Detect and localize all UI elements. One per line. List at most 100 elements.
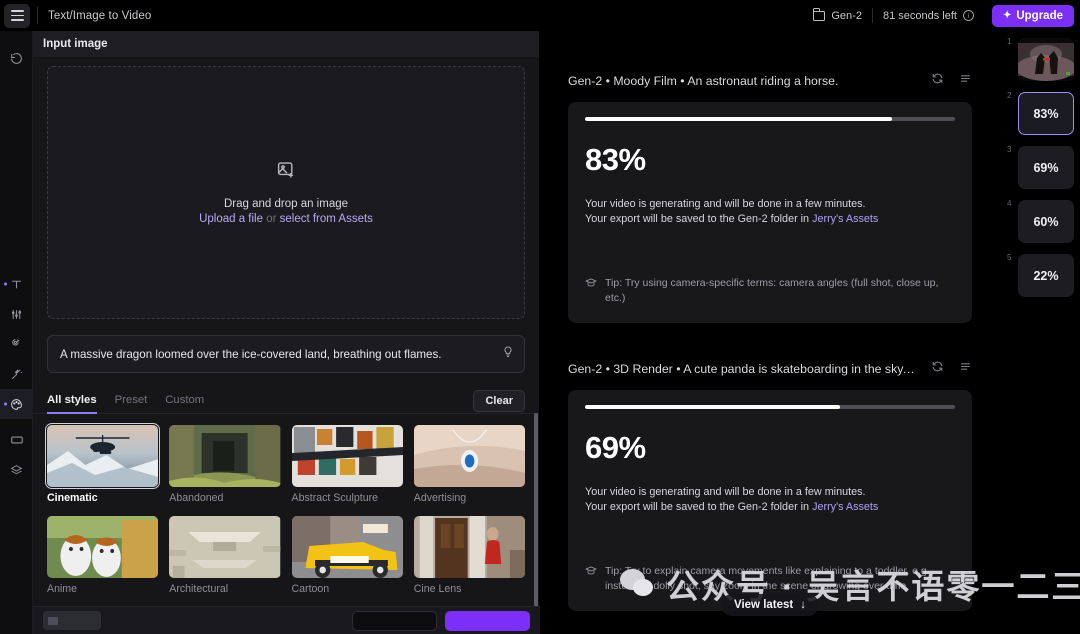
list-menu-icon[interactable]	[959, 72, 972, 90]
layers-icon[interactable]	[0, 455, 33, 485]
image-add-icon	[276, 160, 297, 186]
divider	[37, 7, 38, 24]
style-thumbnail	[413, 516, 525, 578]
style-label: Abstract Sculpture	[291, 492, 379, 504]
queue-progress-card[interactable]: 22%	[1018, 254, 1074, 297]
credits-label: 81 seconds left	[882, 9, 957, 22]
tool-rail	[0, 31, 33, 634]
reset-icon[interactable]	[0, 43, 33, 73]
queue-number: 3	[1007, 145, 1012, 154]
job-message: Your video is generating and will be don…	[585, 197, 955, 228]
folder-chip[interactable]: Gen-2	[803, 8, 872, 22]
job-actions	[931, 72, 972, 90]
job-actions	[931, 360, 972, 378]
style-thumbnail	[291, 425, 403, 487]
queue-number: 2	[1007, 91, 1012, 100]
generation-job: Gen-2 • Moody Film • An astronaut riding…	[540, 31, 1000, 323]
generation-job: Gen-2 • 3D Render • A cute panda is skat…	[540, 323, 1000, 611]
queue-item: 5 22%	[1007, 253, 1074, 297]
queue-item: 1	[1007, 37, 1074, 81]
sparkle-icon: ✦	[1002, 10, 1012, 21]
style-label: Anime	[47, 583, 78, 595]
style-card-cinematic[interactable]: Cinematic	[44, 423, 161, 504]
queue-number: 5	[1007, 253, 1012, 262]
folder-label: Gen-2	[831, 9, 862, 22]
refresh-icon[interactable]	[931, 360, 944, 378]
style-card-abandoned[interactable]: Abandoned	[169, 425, 281, 504]
style-thumbnail	[169, 516, 281, 578]
view-latest-button[interactable]: View latest ↓	[721, 594, 819, 616]
clear-button[interactable]: Clear	[473, 389, 525, 412]
hamburger-menu-icon[interactable]	[4, 3, 30, 28]
rail-group	[0, 269, 33, 485]
style-label: Advertising	[413, 492, 467, 504]
assets-link[interactable]: Jerry's Assets	[812, 213, 878, 225]
aspect-ratio-control[interactable]	[43, 611, 101, 630]
panel-scrollbar[interactable]	[534, 413, 538, 631]
prompt-field-wrap	[47, 335, 525, 373]
palette-icon[interactable]	[0, 389, 33, 419]
graduation-cap-icon	[584, 565, 598, 594]
camera-motion-icon[interactable]	[0, 329, 33, 359]
progress-percent: 83%	[585, 141, 646, 177]
job-tip: Tip: Try to explain camera movements lik…	[584, 564, 955, 594]
style-card-advertising[interactable]: Advertising	[413, 425, 525, 504]
style-card-cine-lens[interactable]: Cine Lens	[413, 516, 525, 595]
style-label: Abandoned	[169, 492, 224, 504]
style-card-anime[interactable]: Anime	[47, 516, 159, 595]
queue-progress-card[interactable]: 83%	[1018, 92, 1074, 135]
frame-icon[interactable]	[0, 425, 33, 455]
bottom-actions	[352, 610, 530, 631]
lightbulb-icon[interactable]	[502, 345, 514, 363]
folder-icon	[813, 8, 826, 21]
style-thumbnail	[47, 516, 159, 578]
job-card: 69% Your video is generating and will be…	[568, 390, 972, 611]
job-card: 83% Your video is generating and will be…	[568, 102, 972, 323]
queue-progress-card[interactable]: 69%	[1018, 146, 1074, 189]
select-assets-link[interactable]: select from Assets	[280, 213, 373, 225]
magic-wand-icon[interactable]	[0, 359, 33, 389]
style-label: Cine Lens	[413, 583, 462, 595]
upgrade-button[interactable]: ✦ Upgrade	[991, 4, 1074, 27]
queue-item: 2 83%	[1007, 91, 1074, 135]
assets-link[interactable]: Jerry's Assets	[812, 501, 878, 513]
job-queue: 1 2 83% 3 69% 4 60% 5 22%	[1000, 31, 1080, 634]
generate-button[interactable]	[445, 610, 530, 631]
secondary-action-button[interactable]	[352, 610, 437, 631]
style-card-abstract-sculpture[interactable]: Abstract Sculpture	[291, 425, 403, 504]
active-dot	[4, 402, 7, 406]
info-circle-icon[interactable]: i	[962, 10, 974, 21]
style-thumbnail	[169, 425, 281, 487]
job-message-line2: Your export will be saved to the Gen-2 f…	[585, 212, 955, 227]
tab-preset[interactable]: Preset	[115, 388, 148, 414]
sliders-icon[interactable]	[0, 299, 33, 329]
text-icon[interactable]	[0, 269, 33, 299]
page-title: Text/Image to Video	[48, 9, 152, 22]
style-card-cartoon[interactable]: Cartoon	[291, 516, 403, 595]
ratio-icon	[48, 616, 58, 625]
credits-chip[interactable]: 81 seconds left i	[873, 10, 984, 22]
style-card-architectural[interactable]: Architectural	[169, 516, 281, 595]
top-bar-right: Gen-2 81 seconds left i ✦ Upgrade	[803, 4, 1080, 27]
upload-file-link[interactable]: Upload a file	[199, 213, 263, 225]
job-tip-text: Tip: Try using camera-specific terms: ca…	[605, 277, 939, 305]
progress-percent: 69%	[585, 429, 646, 465]
job-message-line1: Your video is generating and will be don…	[585, 485, 866, 498]
generation-feed: Gen-2 • Moody Film • An astronaut riding…	[540, 31, 1000, 634]
queue-number: 1	[1007, 37, 1012, 46]
job-tip: Tip: Try using camera-specific terms: ca…	[584, 276, 955, 306]
panel-bottom-bar	[33, 606, 540, 634]
job-header: Gen-2 • 3D Render • A cute panda is skat…	[568, 360, 972, 378]
style-label: Cartoon	[291, 583, 330, 595]
style-thumbnail	[44, 423, 161, 489]
queue-progress-card[interactable]: 60%	[1018, 200, 1074, 243]
queue-thumbnail[interactable]	[1018, 38, 1074, 81]
tab-all-styles[interactable]: All styles	[47, 388, 97, 414]
prompt-input[interactable]	[47, 335, 525, 373]
refresh-icon[interactable]	[931, 72, 944, 90]
style-thumbnail	[291, 516, 403, 578]
job-message: Your video is generating and will be don…	[585, 485, 955, 516]
list-menu-icon[interactable]	[959, 360, 972, 378]
image-dropzone[interactable]: Drag and drop an image Upload a file or …	[47, 66, 525, 319]
tab-custom[interactable]: Custom	[165, 388, 204, 414]
